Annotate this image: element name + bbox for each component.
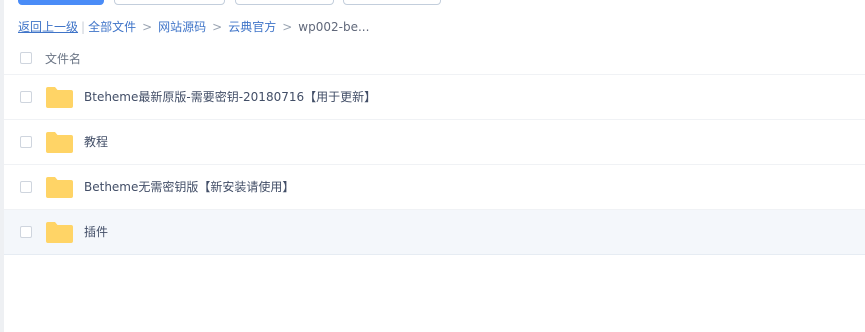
file-row[interactable]: 教程: [4, 120, 865, 165]
folder-icon: [46, 222, 73, 243]
folder-icon: [46, 177, 73, 198]
breadcrumb-official[interactable]: 云典官方: [228, 20, 276, 34]
row-checkbox[interactable]: [20, 181, 32, 193]
file-row[interactable]: 插件: [4, 210, 865, 255]
breadcrumb-current: wp002-be...: [298, 20, 370, 34]
file-name[interactable]: Bteheme最新原版-需要密钥-20180716【用于更新】: [84, 89, 376, 105]
column-header-filename[interactable]: 文件名: [45, 50, 81, 67]
file-name[interactable]: Betheme无需密钥版【新安装请使用】: [84, 179, 294, 195]
file-name[interactable]: 插件: [84, 224, 108, 240]
row-checkbox[interactable]: [20, 226, 32, 238]
row-checkbox[interactable]: [20, 91, 32, 103]
breadcrumb: 返回上一级 | 全部文件 > 网站源码 > 云典官方 > wp002-be...: [18, 18, 369, 36]
chevron-right-icon: >: [212, 20, 223, 34]
file-row[interactable]: Bteheme最新原版-需要密钥-20180716【用于更新】: [4, 75, 865, 120]
chevron-right-icon: >: [282, 20, 293, 34]
folder-icon: [46, 132, 73, 153]
new-folder-button[interactable]: [114, 0, 225, 5]
back-link[interactable]: 返回上一级: [18, 20, 78, 34]
offline-download-button[interactable]: [235, 0, 334, 5]
breadcrumb-site-source[interactable]: 网站源码: [158, 20, 206, 34]
breadcrumb-divider: |: [81, 20, 86, 34]
breadcrumb-all-files[interactable]: 全部文件: [88, 20, 136, 34]
file-name[interactable]: 教程: [84, 134, 108, 150]
device-button[interactable]: [343, 0, 441, 5]
file-list-header: 文件名: [4, 44, 865, 75]
folder-icon: [46, 87, 73, 108]
chevron-right-icon: >: [142, 20, 153, 34]
row-checkbox[interactable]: [20, 136, 32, 148]
select-all-checkbox[interactable]: [20, 52, 32, 64]
upload-button[interactable]: [18, 0, 104, 5]
file-row[interactable]: Betheme无需密钥版【新安装请使用】: [4, 165, 865, 210]
